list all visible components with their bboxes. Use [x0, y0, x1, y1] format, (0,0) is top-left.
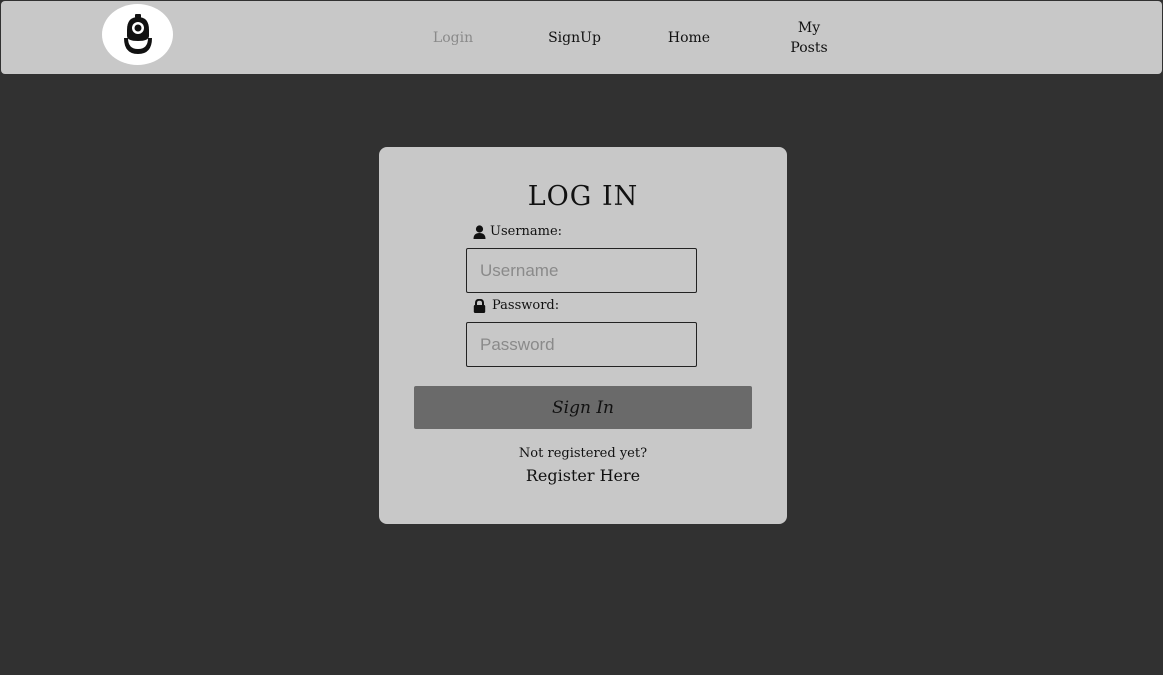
login-card: LOG IN Username: Password: Sign In Not r… — [379, 147, 787, 524]
username-label: Username: — [473, 224, 562, 239]
login-title: LOG IN — [527, 181, 639, 212]
nav-link-login[interactable]: Login — [421, 28, 485, 48]
password-input[interactable] — [466, 322, 697, 367]
nav-link-home[interactable]: Home — [661, 28, 717, 48]
nav-link-signup[interactable]: SignUp — [541, 28, 608, 48]
sign-in-button[interactable]: Sign In — [414, 386, 752, 429]
username-input[interactable] — [466, 248, 697, 293]
diving-helmet-icon — [124, 14, 152, 54]
user-icon — [473, 224, 486, 239]
username-label-text: Username: — [490, 224, 563, 239]
nav-link-my-posts-line2: Posts — [790, 40, 828, 56]
page: Login SignUp Home My Posts LOG IN Userna… — [0, 0, 1163, 675]
lock-icon — [473, 298, 486, 313]
top-navbar: Login SignUp Home My Posts — [1, 1, 1162, 74]
nav-link-my-posts-line1: My — [797, 20, 821, 36]
site-logo[interactable] — [102, 4, 173, 65]
not-registered-text: Not registered yet? — [518, 446, 648, 461]
password-label: Password: — [473, 298, 559, 313]
nav-link-my-posts[interactable]: My Posts — [784, 18, 834, 58]
register-link[interactable]: Register Here — [379, 466, 787, 485]
password-label-text: Password: — [492, 298, 560, 313]
